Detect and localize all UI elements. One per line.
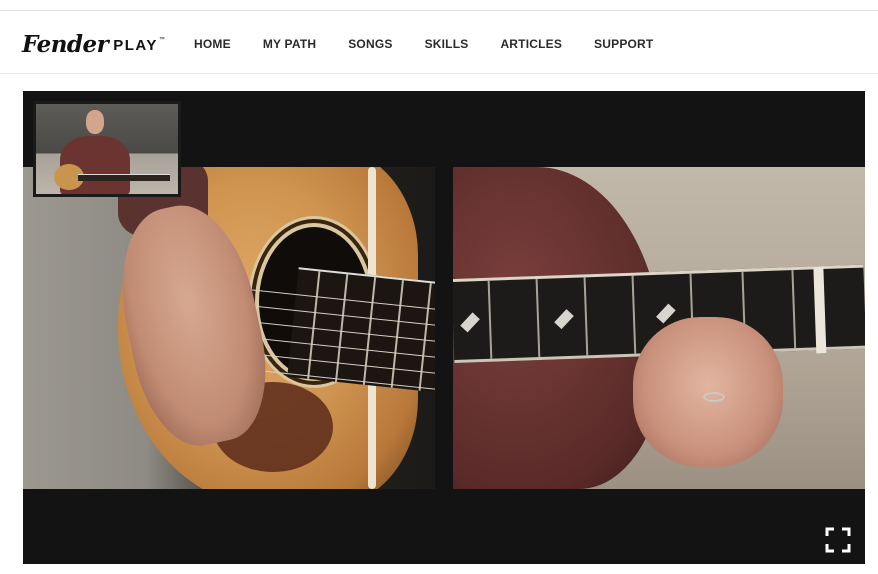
video-player[interactable] bbox=[23, 91, 865, 564]
main-nav: HOME MY PATH SONGS SKILLS ARTICLES SUPPO… bbox=[194, 37, 685, 51]
fender-play-logo[interactable]: Fender PLAY ™ bbox=[22, 29, 165, 59]
nav-item-home[interactable]: HOME bbox=[194, 37, 231, 51]
instructor-pip-video[interactable] bbox=[33, 101, 181, 197]
logo-script: Fender bbox=[22, 30, 109, 58]
fullscreen-button[interactable] bbox=[825, 527, 851, 553]
strumming-hand-view bbox=[23, 167, 435, 489]
fullscreen-icon bbox=[825, 527, 851, 553]
nav-item-articles[interactable]: ARTICLES bbox=[500, 37, 562, 51]
logo-play: PLAY bbox=[113, 37, 158, 54]
site-header: Fender PLAY ™ HOME MY PATH SONGS SKILLS … bbox=[0, 11, 878, 74]
nav-item-songs[interactable]: SONGS bbox=[348, 37, 392, 51]
nav-item-my-path[interactable]: MY PATH bbox=[263, 37, 316, 51]
fretting-hand-view bbox=[453, 167, 865, 489]
nav-item-support[interactable]: SUPPORT bbox=[594, 37, 653, 51]
logo-trademark: ™ bbox=[158, 37, 165, 43]
nav-item-skills[interactable]: SKILLS bbox=[425, 37, 469, 51]
